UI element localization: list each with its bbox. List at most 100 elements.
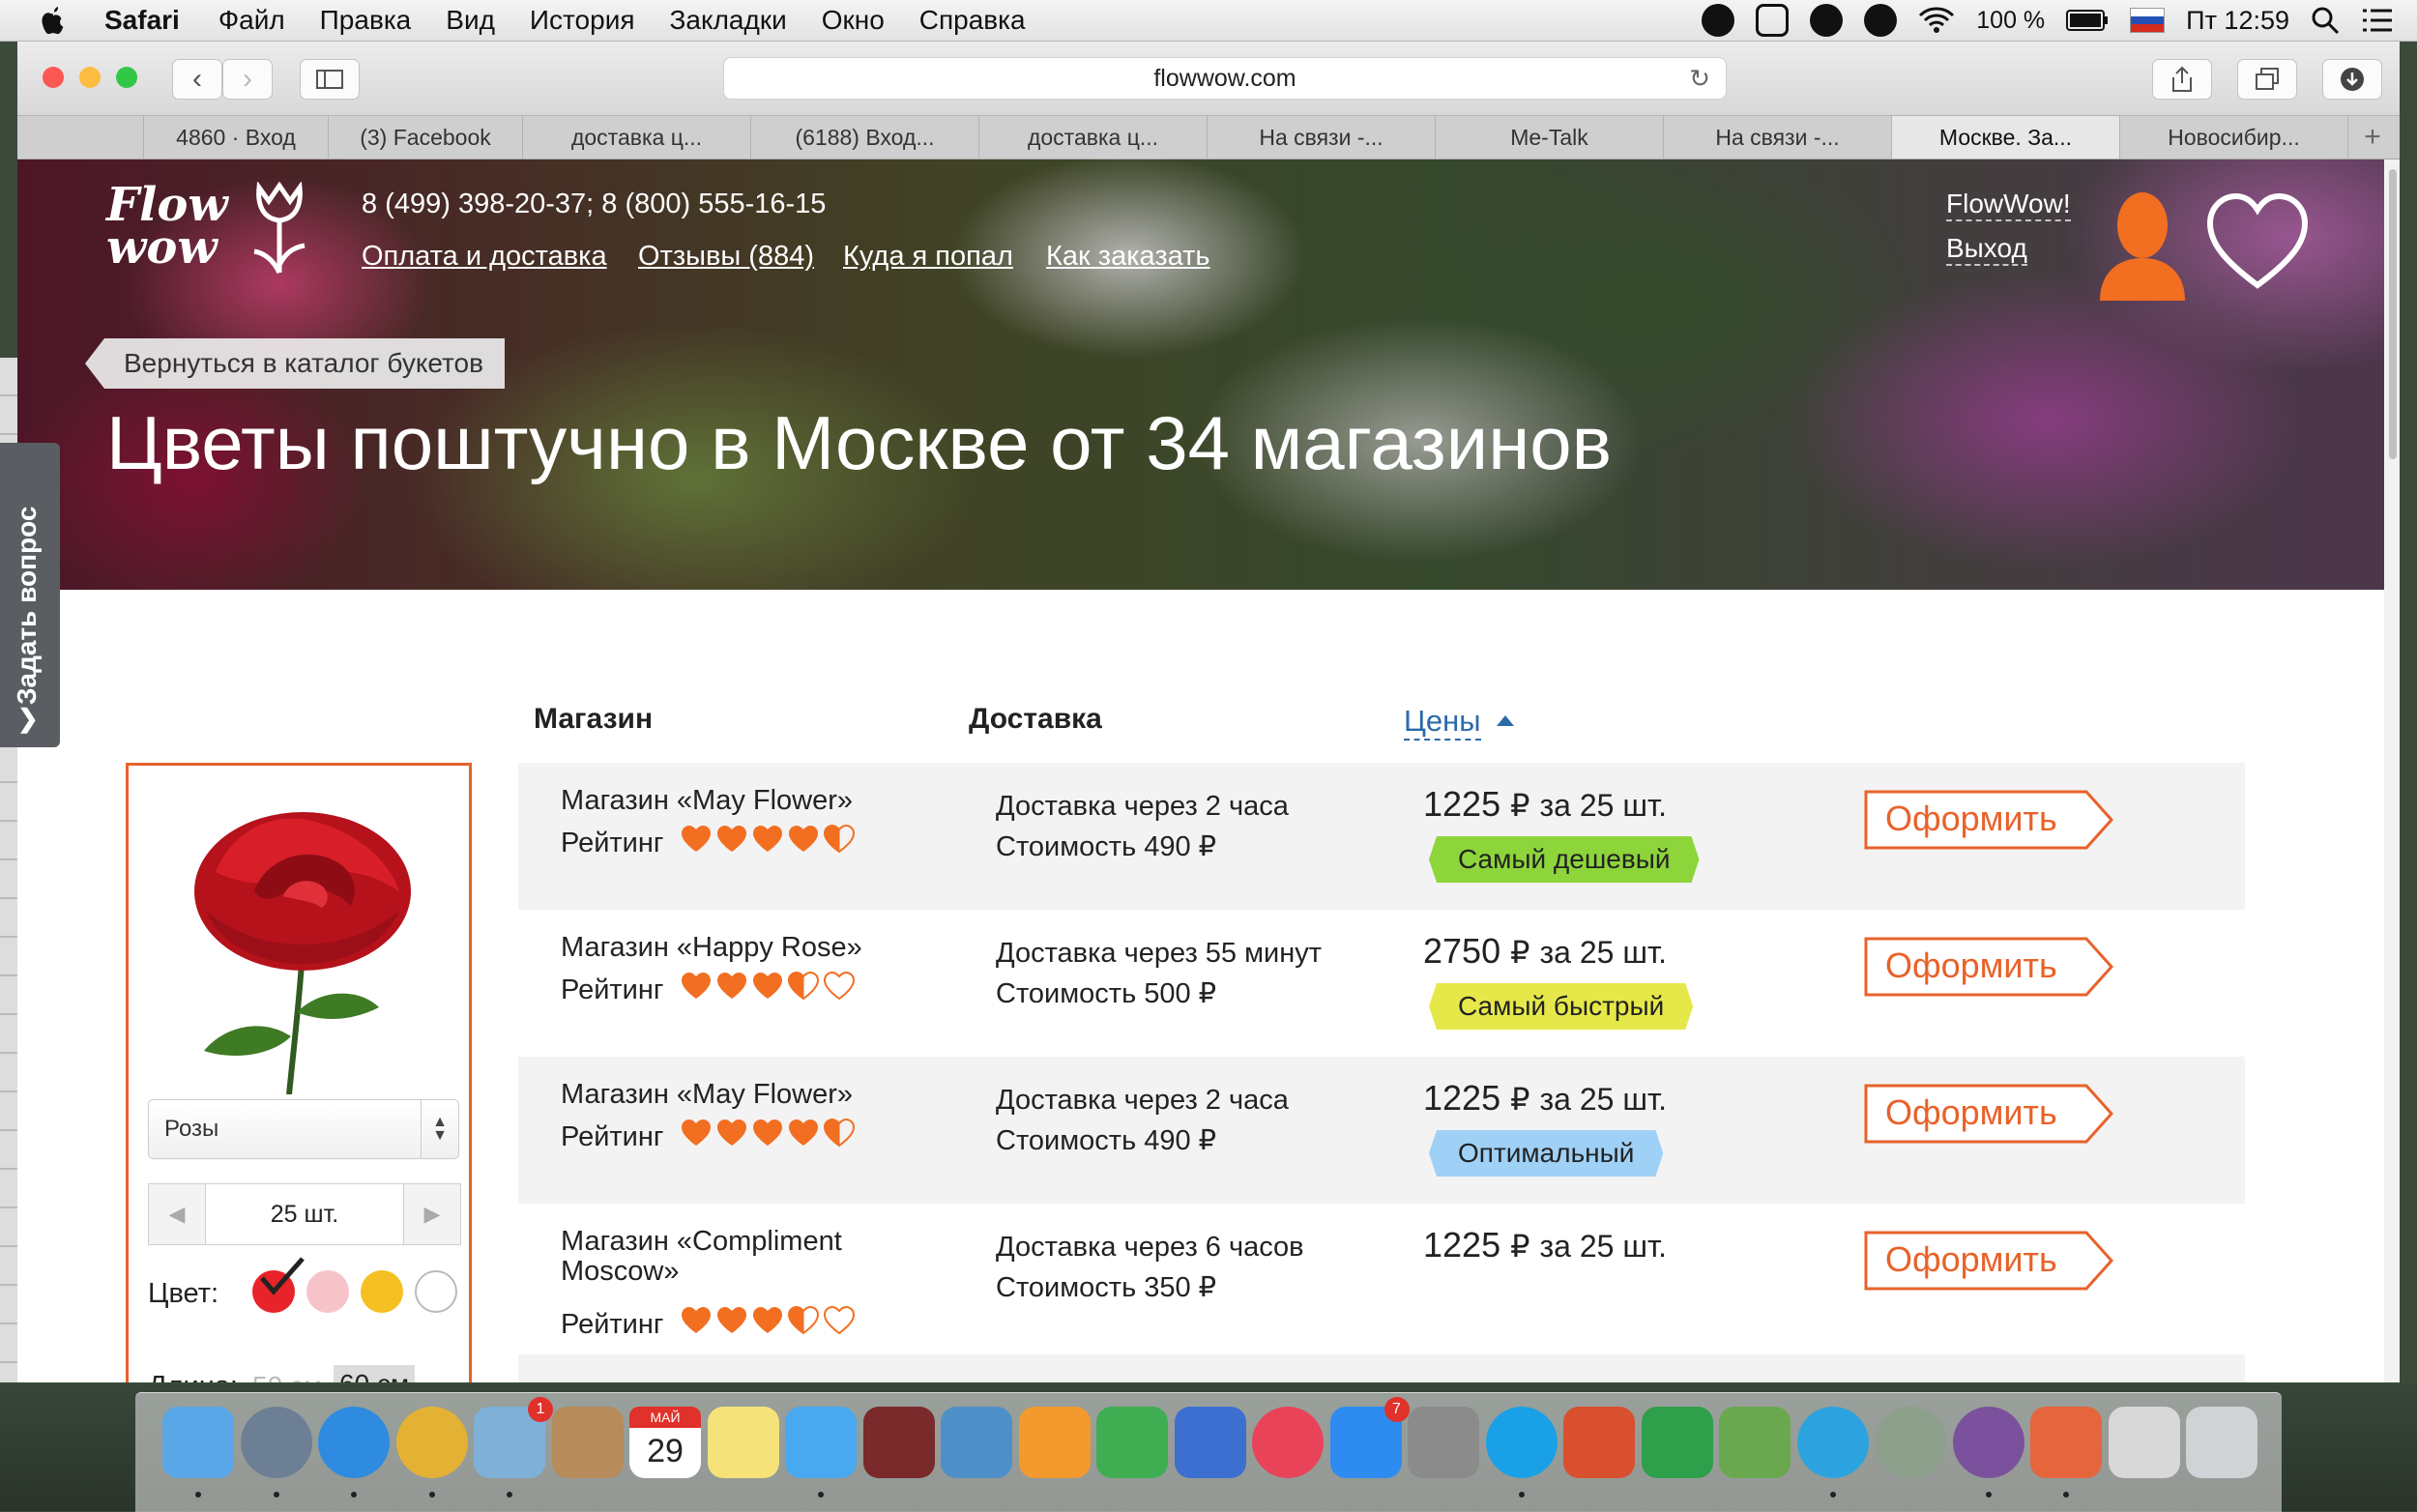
android-icon[interactable] [1719, 1407, 1791, 1478]
tab-item[interactable]: На связи -... [1663, 116, 1891, 159]
column-header-price-sort[interactable]: Цены [1404, 704, 1481, 741]
finder-icon[interactable] [162, 1407, 234, 1478]
launchpad-icon[interactable] [240, 1407, 312, 1478]
tab-item[interactable]: доставка ц... [522, 116, 750, 159]
telegram-icon[interactable] [1796, 1407, 1869, 1478]
skype-icon[interactable] [1485, 1407, 1558, 1478]
photo-app-icon[interactable] [2030, 1407, 2102, 1478]
length-option-50[interactable]: 50 см [252, 1371, 322, 1382]
nav-about[interactable]: Куда я попал [843, 241, 1013, 273]
menu-window[interactable]: Окно [822, 5, 885, 36]
new-tab-button[interactable]: + [2347, 116, 2397, 159]
tab-item[interactable]: 4860 · Вход [143, 116, 328, 159]
safari-icon[interactable] [318, 1407, 390, 1478]
menu-edit[interactable]: Правка [320, 5, 412, 36]
nav-how-to-order[interactable]: Как заказать [1046, 241, 1210, 273]
calendar-icon[interactable]: МАЙ 29 [629, 1407, 701, 1478]
shop-name[interactable]: Магазин «Happy Rose» [561, 933, 947, 963]
system-preferences-icon[interactable] [1408, 1407, 1479, 1478]
telegram-tray-icon[interactable] [1864, 4, 1898, 37]
shop-name[interactable]: Магазин «May Flower» [561, 1080, 947, 1110]
share-button[interactable] [2152, 59, 2212, 100]
quantity-value[interactable]: 25 шт. [205, 1184, 404, 1244]
menu-bookmarks[interactable]: Закладки [670, 5, 787, 36]
color-swatch-white[interactable] [415, 1270, 457, 1313]
menu-file[interactable]: Файл [218, 5, 285, 36]
powerpoint-icon[interactable] [1563, 1407, 1635, 1478]
contacts-icon[interactable] [551, 1407, 624, 1478]
battery-icon[interactable] [2066, 9, 2109, 32]
vpn-icon[interactable] [1875, 1407, 1946, 1478]
tab-item[interactable]: (6188) Вход... [750, 116, 978, 159]
flower-type-select[interactable]: Розы ▲ ▼ [148, 1099, 459, 1159]
order-button[interactable]: Оформить [1864, 937, 2115, 997]
price-value: 1225 [1423, 1225, 1501, 1265]
excel-icon[interactable] [1641, 1407, 1713, 1478]
address-bar[interactable]: flowwow.com ↻ [723, 57, 1727, 100]
trash-icon[interactable] [2186, 1407, 2257, 1478]
back-button[interactable]: ‹ [172, 59, 222, 100]
logout-link[interactable]: Выход [1946, 233, 2027, 266]
app-menu[interactable]: Safari [104, 5, 180, 36]
chrome-icon[interactable] [395, 1407, 468, 1478]
keynote-icon[interactable] [1174, 1407, 1246, 1478]
photo-booth-icon[interactable] [862, 1407, 935, 1478]
nav-reviews[interactable]: Отзывы (884) [638, 241, 814, 273]
notes-icon[interactable] [707, 1407, 779, 1478]
notification-center-icon[interactable] [2361, 7, 2394, 34]
order-button[interactable]: Оформить [1864, 1084, 2115, 1144]
sidebar-toggle-button[interactable] [300, 59, 360, 100]
messages-icon[interactable] [785, 1407, 857, 1478]
order-button[interactable]: Оформить [1864, 1231, 2115, 1291]
shop-name[interactable]: Магазин «May Flower» [561, 786, 947, 816]
color-swatch-yellow[interactable] [361, 1270, 403, 1313]
tab-item[interactable]: Новосибир... [2119, 116, 2347, 159]
logo[interactable]: Flow wow [106, 182, 319, 280]
ask-question-tab[interactable]: Задать вопрос ❯ [0, 443, 60, 747]
spotlight-icon[interactable] [2311, 6, 2340, 35]
sort-ascending-icon[interactable] [1497, 715, 1514, 726]
page-scrollbar-thumb[interactable] [2389, 169, 2397, 459]
menu-view[interactable]: Вид [446, 5, 495, 36]
tab-item[interactable]: (3) Facebook [328, 116, 522, 159]
viber-icon[interactable] [1952, 1407, 2024, 1478]
iphoto-icon[interactable] [941, 1407, 1012, 1478]
tab-item[interactable] [17, 116, 143, 159]
itunes-icon[interactable] [1252, 1407, 1324, 1478]
length-option-60-selected[interactable]: 60 см [334, 1365, 416, 1382]
close-window-button[interactable] [43, 67, 64, 88]
pages-icon[interactable] [1018, 1407, 1091, 1478]
quantity-stepper[interactable]: ◀ 25 шт. ▶ [148, 1183, 461, 1245]
user-name-link[interactable]: FlowWow! [1946, 189, 2071, 221]
tab-item-active[interactable]: Москве. За... [1891, 116, 2119, 159]
increase-quantity-button[interactable]: ▶ [404, 1184, 460, 1244]
clock[interactable]: Пт 12:59 [2186, 6, 2289, 36]
input-source-flag-icon[interactable] [2130, 8, 2166, 33]
tab-item[interactable]: доставка ц... [978, 116, 1207, 159]
favorites-heart-icon[interactable] [2204, 189, 2311, 295]
minimize-window-button[interactable] [79, 67, 101, 88]
order-button[interactable]: Оформить [1864, 790, 2115, 850]
tab-item[interactable]: Me-Talk [1435, 116, 1663, 159]
screen-icon[interactable] [1756, 4, 1790, 37]
avatar-icon[interactable] [2096, 187, 2189, 305]
flash-icon[interactable] [1702, 4, 1735, 37]
nav-payment-delivery[interactable]: Оплата и доставка [362, 241, 607, 273]
menu-history[interactable]: История [530, 5, 635, 36]
shop-name[interactable]: Магазин «Compliment Moscow» [561, 1227, 947, 1287]
downloads-button[interactable] [2322, 59, 2382, 100]
wifi-icon[interactable] [1918, 6, 1955, 35]
forward-button[interactable]: › [222, 59, 273, 100]
tab-overview-button[interactable] [2237, 59, 2297, 100]
archive-icon[interactable] [2108, 1407, 2180, 1478]
tab-item[interactable]: На связи -... [1207, 116, 1435, 159]
apple-menu-icon[interactable] [39, 5, 68, 36]
numbers-icon[interactable] [1096, 1407, 1168, 1478]
decrease-quantity-button[interactable]: ◀ [149, 1184, 205, 1244]
color-swatch-pink[interactable] [306, 1270, 349, 1313]
menu-help[interactable]: Справка [919, 5, 1026, 36]
reload-icon[interactable]: ↻ [1689, 64, 1710, 94]
zoom-window-button[interactable] [116, 67, 137, 88]
back-to-catalog-link[interactable]: Вернуться в каталог букетов [85, 338, 505, 389]
viber-tray-icon[interactable] [1810, 4, 1844, 37]
